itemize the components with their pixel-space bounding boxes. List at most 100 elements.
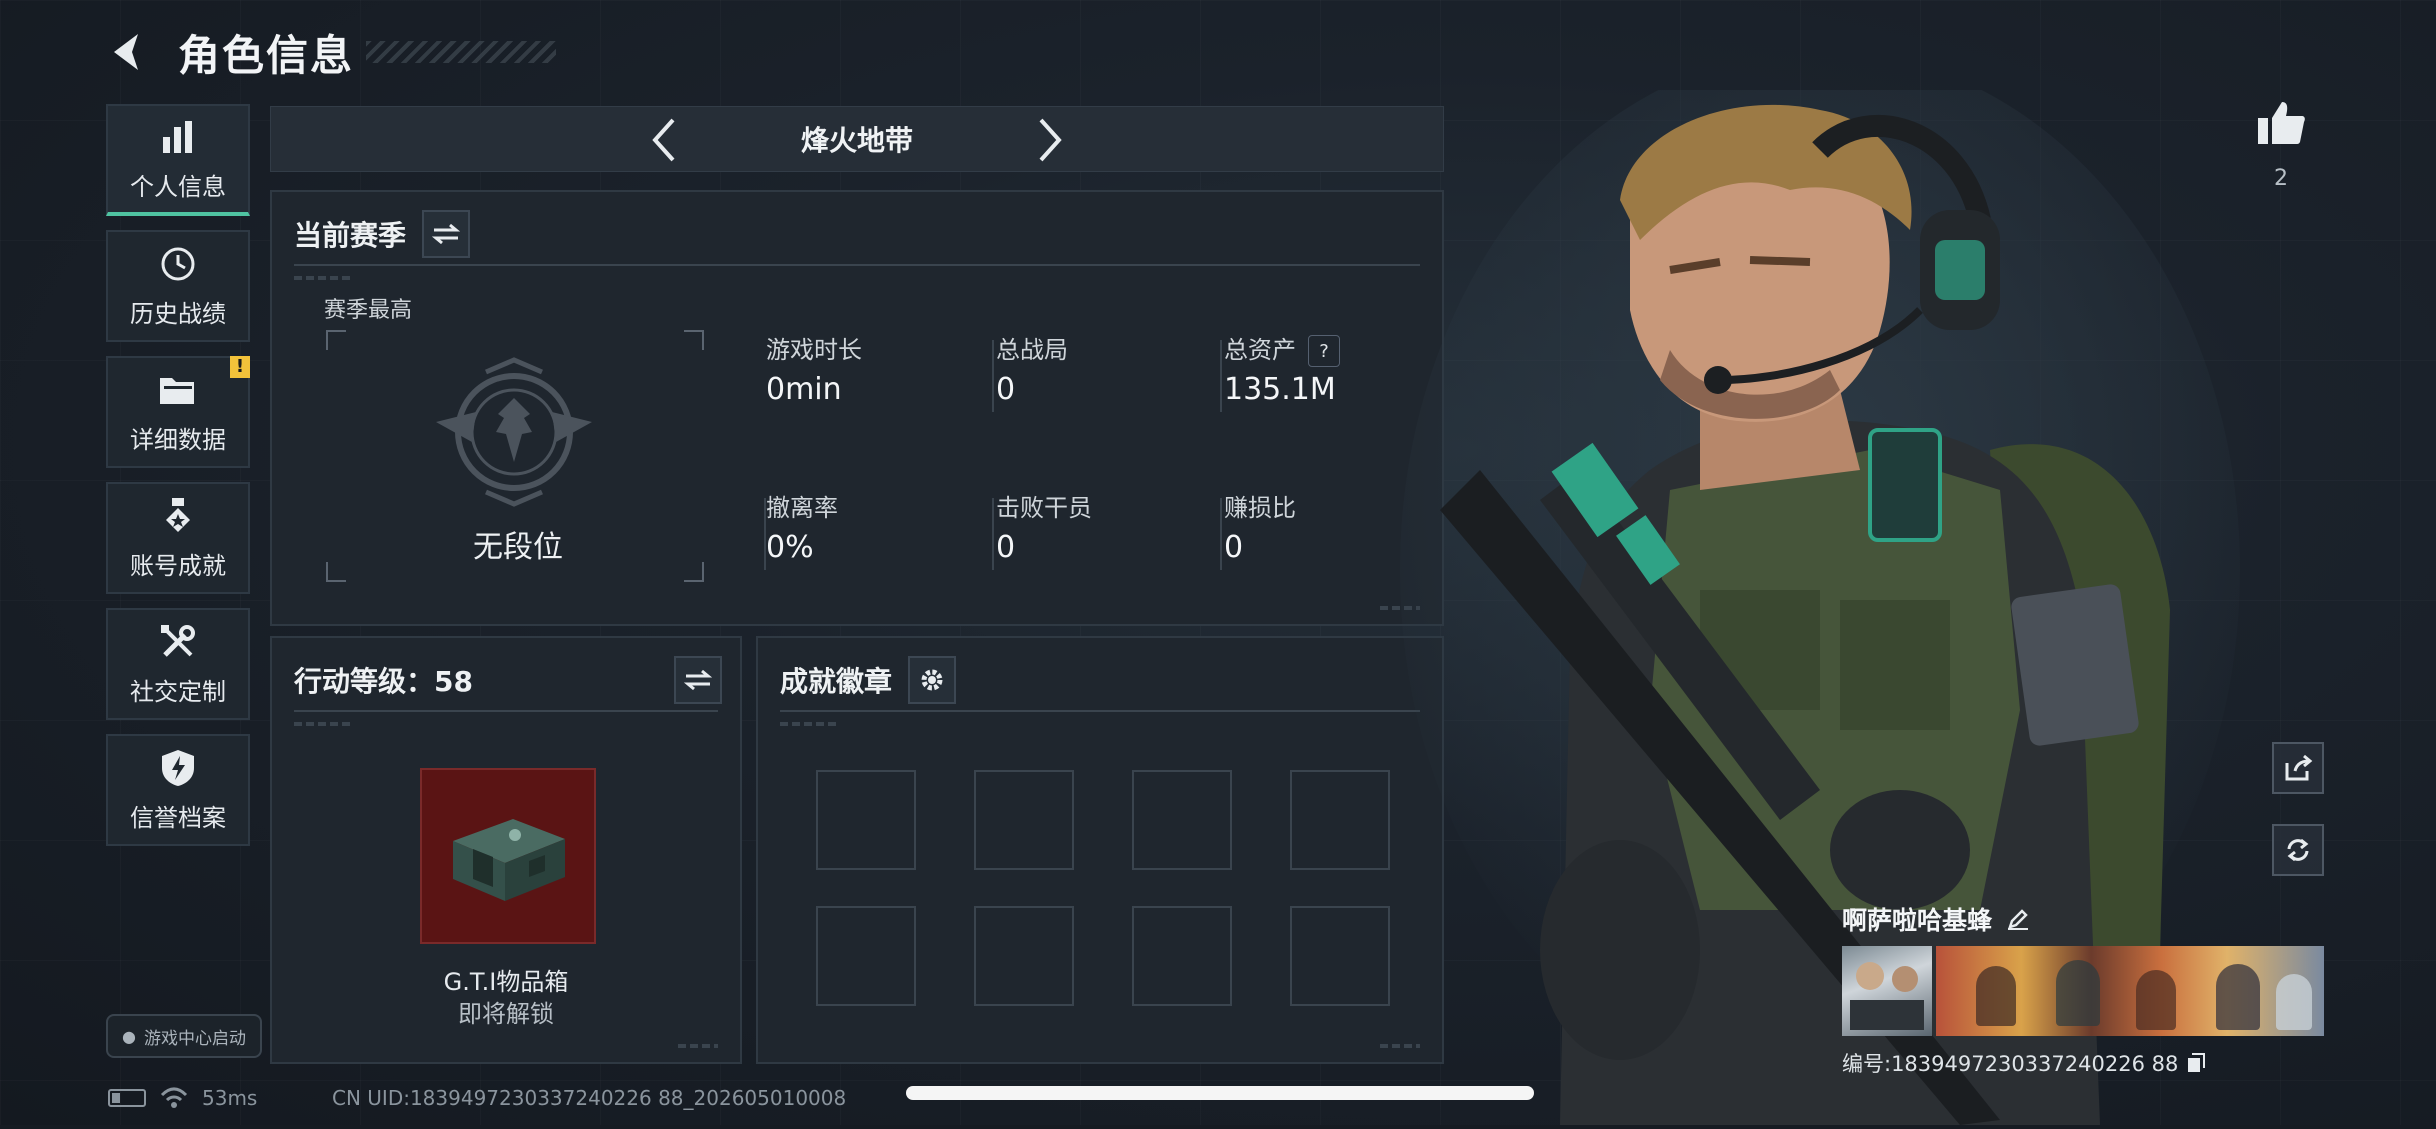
divider [294,264,1420,266]
back-arrow-icon [114,34,138,70]
title-hatch-decoration [366,41,557,63]
player-name: 啊萨啦哈基蜂 [1842,906,1993,935]
stat-label: 赚损比 [1224,494,1296,522]
home-indicator[interactable] [906,1086,1534,1100]
sidebar-item-history[interactable]: 历史战绩 [106,230,250,342]
badge-slot[interactable] [816,906,916,1006]
sidebar-item-label: 社交定制 [130,677,226,706]
sidebar-item-reputation[interactable]: 信誉档案 [106,734,250,846]
uid-text: CN UID:1839497230337240226 88_2026050100… [332,1086,847,1110]
stat-label: 撤离率 [766,494,838,522]
clock-history-icon [158,244,198,284]
help-button[interactable]: ? [1308,335,1340,367]
mode-label: 烽火地带 [800,124,913,157]
stat-value: 0 [996,530,1016,565]
wifi-icon [160,1087,188,1108]
sidebar-item-social[interactable]: 社交定制 [106,608,250,720]
player-id: 编号:1839497230337240226 88 [1842,1052,2179,1076]
stat-divider [992,340,994,412]
season-switch-button[interactable] [422,210,471,258]
stat-label: 总战局 [996,336,1068,364]
sidebar-item-achievements[interactable]: 账号成就 [106,482,250,594]
battery-icon [108,1089,146,1107]
shield-bolt-icon [158,748,198,788]
reward-item-card[interactable] [420,768,596,944]
sidebar-item-detail-data[interactable]: ! 详细数据 [106,356,250,468]
back-button[interactable] [104,28,152,76]
copy-icon [2188,1053,2206,1072]
like-count: 2 [2274,166,2288,191]
tick-decoration [294,722,354,726]
share-button[interactable] [2272,742,2324,794]
badge-slot[interactable] [1132,906,1232,1006]
frame-corner [326,330,346,350]
stat-divider [1220,498,1222,570]
badge-slot[interactable] [1132,770,1232,870]
mode-next-button[interactable] [1025,115,1075,165]
medal-icon [158,496,198,536]
tools-icon [158,622,198,662]
copy-id-button[interactable] [2186,1052,2206,1074]
refresh-button[interactable] [2272,824,2324,876]
player-avatar[interactable] [1842,946,1932,1036]
sidebar: 个人信息 历史战绩 ! 详细数据 账号成就 社交定制 信誉档案 [106,104,250,860]
reward-name: G.T.I物品箱 [443,968,569,996]
level-title: 行动等级：58 [294,665,473,698]
season-panel-header: 当前赛季 [294,210,471,258]
frame-corner [326,562,346,582]
sidebar-item-label: 信誉档案 [130,803,226,832]
mode-prev-button[interactable] [639,115,689,165]
refresh-icon [2287,838,2309,862]
warning-badge: ! [230,356,250,378]
pencil-icon [2008,909,2029,930]
edit-name-button[interactable] [2006,907,2030,931]
badge-slot[interactable] [816,770,916,870]
swap-icon [432,223,461,245]
sidebar-item-label: 历史战绩 [130,299,226,328]
sidebar-item-personal-info[interactable]: 个人信息 [106,104,250,216]
chevron-right-icon [1039,118,1062,162]
stat-divider [992,498,994,570]
thumbs-up-icon [2258,102,2305,144]
game-center-icon: ● [122,1026,136,1046]
badge-title: 成就徽章 [780,665,893,698]
like-widget[interactable]: 2 [2256,98,2306,191]
badge-slot[interactable] [1290,770,1390,870]
sidebar-item-label: 账号成就 [130,551,226,580]
stat-value: 135.1M [1224,372,1336,407]
tick-decoration [780,722,840,726]
player-name-row: 啊萨啦哈基蜂 [1842,898,2324,940]
player-banner[interactable] [1842,946,2324,1036]
bar-chart-icon [158,117,198,157]
stat-value: 0min [766,372,842,407]
ping-value: 53ms [202,1086,258,1110]
sidebar-item-label: 个人信息 [130,172,226,201]
game-center-label: 游戏中心启动 [143,1028,246,1049]
badge-settings-button[interactable] [908,656,957,704]
status-bar: 53ms [108,1086,257,1110]
game-center-button[interactable]: ● 游戏中心启动 [106,1014,262,1058]
banner-image [1936,946,2324,1036]
frame-corner [684,562,704,582]
frame-corner [684,330,704,350]
level-panel: 行动等级：58 G.T.I物品箱 即将解锁 [270,636,742,1064]
page-title: 角色信息 [178,30,355,80]
stat-value: 0 [1224,530,1244,565]
swap-icon [684,669,712,691]
mode-selector: 烽火地带 [270,106,1444,172]
badge-slot[interactable] [974,770,1074,870]
gear-icon [921,669,943,691]
tick-decoration [294,276,354,280]
level-panel-header: 行动等级：58 [294,656,722,704]
player-card: 啊萨啦哈基蜂 编号:1839497230337240226 88 [1842,898,2324,1078]
badge-panel-header: 成就徽章 [780,656,957,704]
share-icon [2285,754,2313,781]
stat-value: 0 [996,372,1016,407]
badge-slot[interactable] [1290,906,1390,1006]
chevron-left-icon [652,118,675,162]
season-highest-label: 赛季最高 [324,298,413,323]
badge-slot[interactable] [974,906,1074,1006]
divider [294,710,718,712]
divider [780,710,1420,712]
level-switch-button[interactable] [674,656,722,704]
